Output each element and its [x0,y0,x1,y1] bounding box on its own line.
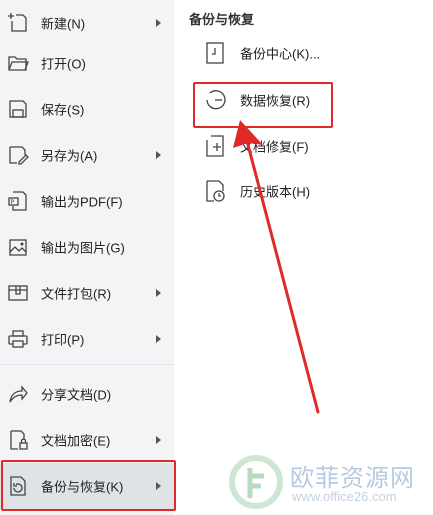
submenu-arrow-icon [156,335,161,343]
menu-item-export-pdf[interactable]: P 输出为PDF(F) [0,178,174,224]
submenu-item-doc-repair[interactable]: 文档修复(F) [196,126,426,166]
submenu-arrow-icon [156,289,161,297]
save-as-icon [9,146,29,165]
submenu-item-label: 文档修复(F) [240,139,309,155]
menu-item-label: 文档加密(E) [41,433,111,449]
file-menu: 新建(N) 打开(O) 保存(S) 另存为(A) P 输出为PDF(F) 输出为… [0,0,174,515]
menu-item-label: 新建(N) [41,16,86,32]
plus-doc-icon [8,13,27,32]
watermark-logo-icon [229,455,283,509]
menu-item-label: 打开(O) [41,56,86,72]
image-icon [9,239,27,256]
submenu-arrow-icon [156,19,161,27]
backup-center-icon [206,42,224,64]
package-icon [8,285,28,301]
highlight-box-data-recovery [193,82,333,128]
menu-item-label: 文件打包(R) [41,286,112,302]
folder-icon [8,56,29,71]
menu-item-label: 另存为(A) [41,148,98,164]
menu-item-print[interactable]: 打印(P) [0,316,174,362]
doc-repair-icon [206,135,224,157]
menu-item-export-image[interactable]: 输出为图片(G) [0,224,174,270]
menu-item-label: 保存(S) [41,102,85,118]
menu-item-save[interactable]: 保存(S) [0,86,174,132]
save-icon [9,100,27,118]
history-version-icon [206,180,225,202]
menu-item-label: 输出为PDF(F) [41,194,123,210]
menu-item-encrypt[interactable]: 文档加密(E) [0,417,174,463]
submenu-arrow-icon [156,436,161,444]
watermark-text: 欧菲资源网 [290,465,415,492]
submenu-item-label: 历史版本(H) [240,184,311,200]
printer-icon [8,330,28,348]
share-icon [9,385,28,403]
menu-item-save-as[interactable]: 另存为(A) [0,132,174,178]
pdf-icon: P [8,191,27,211]
submenu-title: 备份与恢复 [189,12,255,27]
watermark: 欧菲资源网 www.office26.com [228,452,433,512]
menu-item-package[interactable]: 文件打包(R) [0,270,174,316]
menu-item-label: 打印(P) [41,332,85,348]
submenu-item-label: 备份中心(K)... [240,46,321,62]
menu-item-label: 输出为图片(G) [41,240,125,256]
submenu-item-backup-center[interactable]: 备份中心(K)... [196,33,426,73]
menu-divider [0,364,174,365]
submenu-arrow-icon [156,151,161,159]
highlight-box-backup [1,460,176,511]
watermark-url: www.office26.com [292,489,397,504]
svg-text:P: P [11,199,15,206]
submenu-item-history-version[interactable]: 历史版本(H) [196,171,426,211]
lock-doc-icon [10,430,28,450]
menu-item-share[interactable]: 分享文档(D) [0,371,174,417]
menu-item-open[interactable]: 打开(O) [0,40,174,86]
menu-item-label: 分享文档(D) [41,387,112,403]
